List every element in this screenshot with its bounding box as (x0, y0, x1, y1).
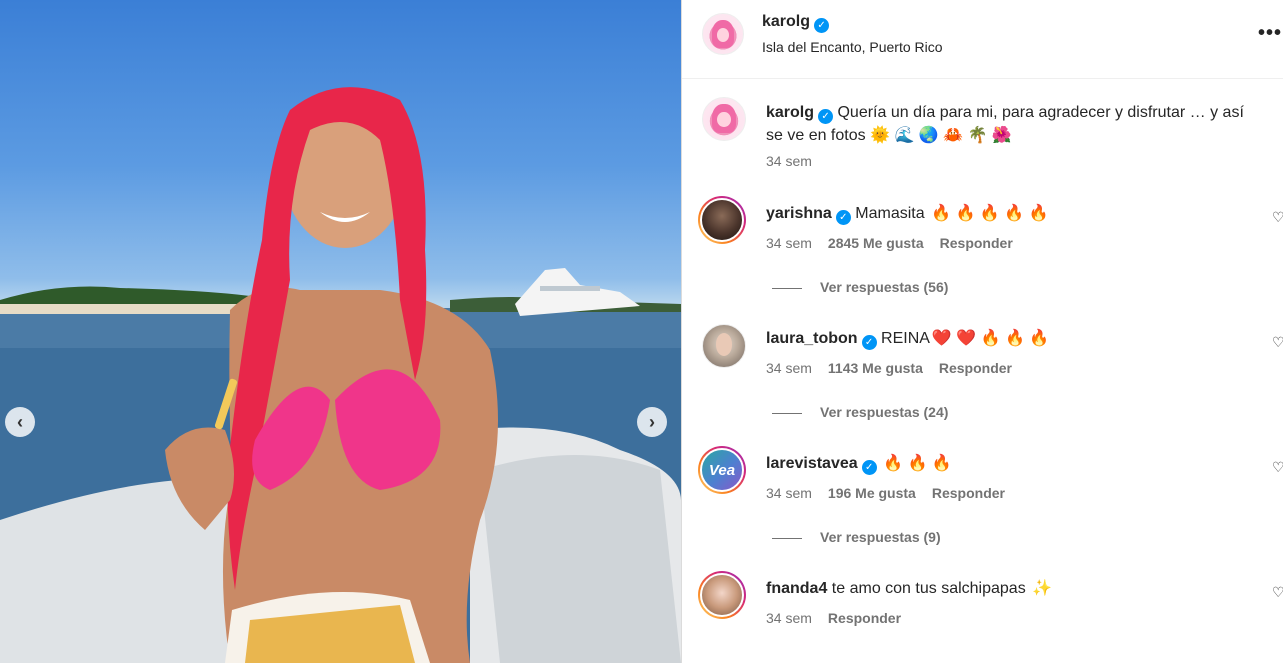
comment-row: laura_tobon ✓ REINA ❤️ ❤️ 🔥 🔥 🔥 (766, 328, 1049, 350)
verified-badge-icon: ✓ (835, 210, 851, 225)
reply-button[interactable]: Responder (940, 235, 1013, 251)
like-comment-heart-icon[interactable]: ♡ (1272, 209, 1283, 226)
caption-emojis: 🌞 🌊 🌏 🦀 🌴 🌺 (870, 127, 1012, 144)
view-replies-button[interactable]: Ver respuestas (24) (772, 404, 948, 420)
comment-avatar[interactable] (702, 324, 746, 368)
reply-button[interactable]: Responder (939, 360, 1012, 376)
post-header: karolg ✓ Isla del Encanto, Puerto Rico ••… (682, 0, 1283, 79)
comment-meta: 34 sem Responder (766, 610, 901, 626)
verified-badge-icon: ✓ (861, 460, 877, 475)
comment-username[interactable]: laura_tobon (766, 330, 858, 347)
comment-username[interactable]: yarishna (766, 205, 832, 222)
chevron-left-icon: ‹ (17, 411, 23, 432)
comment-row: yarishna ✓ Mamasita 🔥 🔥 🔥 🔥 🔥 (766, 203, 1048, 225)
comment-emojis: 🔥 🔥 🔥 (883, 455, 952, 472)
comment-time: 34 sem (766, 610, 812, 626)
comment-text: te amo con tus salchipapas (831, 580, 1026, 597)
like-comment-heart-icon[interactable]: ♡ (1272, 459, 1283, 476)
comment-avatar[interactable]: Vea (698, 446, 746, 494)
comment-likes[interactable]: 1143 Me gusta (828, 360, 923, 376)
more-options-icon[interactable]: ••• (1258, 22, 1282, 45)
view-replies-button[interactable]: Ver respuestas (9) (772, 529, 941, 545)
comment-avatar[interactable] (698, 196, 746, 244)
instagram-post-view: ‹ › karolg ✓ Isla del Encanto, Puerto Ric… (0, 0, 1283, 663)
post-location[interactable]: Isla del Encanto, Puerto Rico (762, 39, 943, 55)
comment-time: 34 sem (766, 360, 812, 376)
author-username[interactable]: karolg ✓ (762, 13, 830, 33)
post-details-panel: karolg ✓ Isla del Encanto, Puerto Rico ••… (682, 0, 1283, 663)
like-comment-heart-icon[interactable]: ♡ (1272, 334, 1283, 351)
comment-time: 34 sem (766, 235, 812, 251)
verified-badge-icon: ✓ (814, 18, 830, 33)
comment-avatar[interactable] (698, 571, 746, 619)
comment-text: REINA (881, 330, 930, 347)
comment-meta: 34 sem 196 Me gusta Responder (766, 485, 1005, 501)
vea-logo: Vea (700, 448, 744, 492)
comment-username[interactable]: fnanda4 (766, 580, 827, 597)
caption-time: 34 sem (766, 153, 812, 169)
comment-likes[interactable]: 2845 Me gusta (828, 235, 924, 251)
comment-username[interactable]: larevistavea (766, 455, 858, 472)
replies-line (772, 412, 802, 414)
comment-meta: 34 sem 1143 Me gusta Responder (766, 360, 1012, 376)
verified-badge-icon: ✓ (818, 109, 834, 124)
reply-button[interactable]: Responder (932, 485, 1005, 501)
comment-row: fnanda4 te amo con tus salchipapas ✨ (766, 578, 1052, 598)
replies-line (772, 537, 802, 539)
comment-emojis: ✨ (1032, 580, 1053, 597)
post-photo[interactable]: ‹ › (0, 0, 681, 663)
prev-photo-button[interactable]: ‹ (5, 407, 35, 437)
caption-avatar[interactable] (702, 97, 746, 141)
chevron-right-icon: › (649, 411, 655, 432)
view-replies-button[interactable]: Ver respuestas (56) (772, 279, 948, 295)
comment-emojis: ❤️ ❤️ 🔥 🔥 🔥 (931, 330, 1050, 347)
comment-likes[interactable]: 196 Me gusta (828, 485, 916, 501)
comment-time: 34 sem (766, 485, 812, 501)
caption: karolg ✓ Quería un día para mi, para agra… (766, 101, 1262, 147)
caption-username[interactable]: karolg (766, 104, 814, 121)
like-comment-heart-icon[interactable]: ♡ (1272, 584, 1283, 601)
comment-meta: 34 sem 2845 Me gusta Responder (766, 235, 1013, 251)
photo-scene (0, 87, 681, 663)
author-avatar[interactable] (702, 13, 744, 55)
next-photo-button[interactable]: › (637, 407, 667, 437)
comment-row: larevistavea ✓ 🔥 🔥 🔥 (766, 453, 952, 475)
reply-button[interactable]: Responder (828, 610, 901, 626)
verified-badge-icon: ✓ (861, 335, 877, 350)
replies-line (772, 287, 802, 289)
comment-text: Mamasita (855, 205, 925, 222)
comment-emojis: 🔥 🔥 🔥 🔥 🔥 (931, 205, 1049, 222)
